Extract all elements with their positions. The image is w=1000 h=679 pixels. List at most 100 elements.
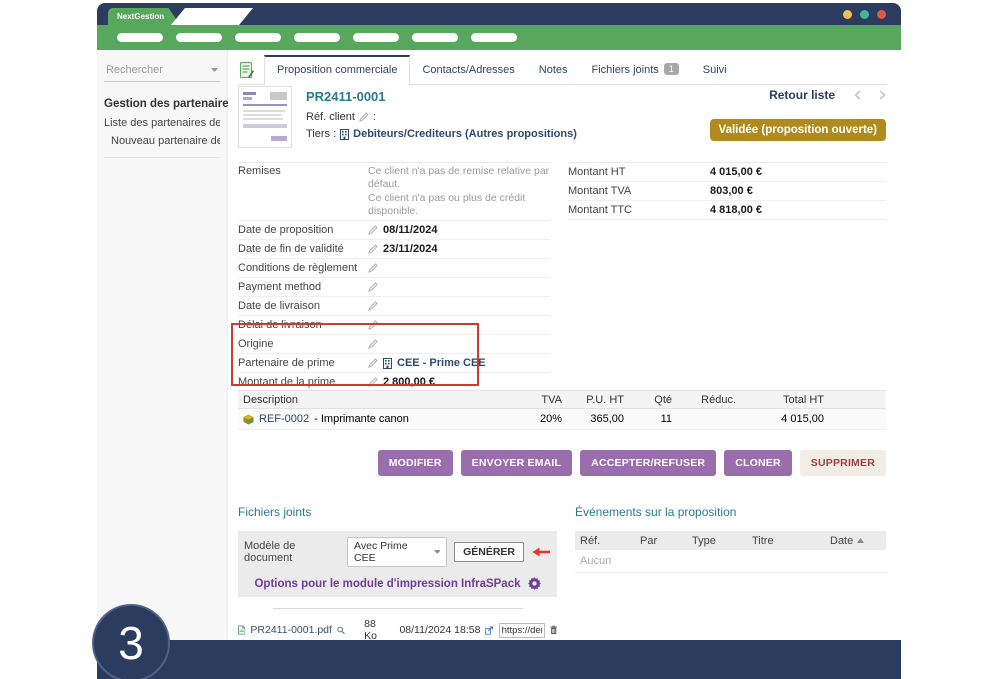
external-link-icon[interactable] xyxy=(485,625,493,636)
events-col-date-sort[interactable]: Date xyxy=(830,535,881,547)
field-row-date-livraison: Date de livraison xyxy=(238,297,550,316)
brand-logo: NextGestion xyxy=(108,8,180,25)
company-building-icon xyxy=(340,129,349,140)
tab-notes[interactable]: Notes xyxy=(527,57,580,84)
sidebar-item-liste-partenaires[interactable]: Liste des partenaires de ... xyxy=(104,117,220,129)
sidebar: Rechercher Gestion des partenaires Liste… xyxy=(97,50,228,640)
edit-pencil-icon[interactable] xyxy=(368,339,378,349)
clone-button[interactable]: CLONER xyxy=(724,450,792,476)
field-label: Partenaire de prime xyxy=(238,357,368,369)
col-reduc: Réduc. xyxy=(672,394,736,406)
amount-label: Montant TTC xyxy=(568,204,710,216)
document-model-select[interactable]: Avec Prime CEE xyxy=(347,537,447,567)
edit-pencil-icon[interactable] xyxy=(368,244,378,254)
menu-pill[interactable] xyxy=(412,33,458,42)
attachment-count-badge: 1 xyxy=(664,63,679,75)
menu-pill[interactable] xyxy=(471,33,517,42)
edit-pencil-icon[interactable] xyxy=(368,282,378,292)
menu-pill[interactable] xyxy=(235,33,281,42)
tiers-link[interactable]: Debiteurs/Crediteurs (Autres proposition… xyxy=(353,128,577,140)
pdf-file-icon xyxy=(238,624,245,636)
maximize-dot-icon[interactable] xyxy=(860,10,869,19)
line-qte: 11 xyxy=(624,413,672,425)
preview-magnifier-icon[interactable] xyxy=(337,625,345,636)
field-row-date-validite: Date de fin de validité 23/11/2024 xyxy=(238,240,550,259)
field-label: Montant de la prime xyxy=(238,376,368,388)
proposal-doc-icon xyxy=(240,62,254,78)
remise-note-2: Ce client n'a pas ou plus de crédit disp… xyxy=(368,192,550,218)
search-input[interactable]: Rechercher xyxy=(104,60,220,82)
modify-button[interactable]: MODIFIER xyxy=(378,450,453,476)
sort-ascending-icon xyxy=(857,538,864,543)
tiers-label: Tiers : xyxy=(306,128,336,140)
document-thumbnail[interactable] xyxy=(238,86,292,148)
lines-table-header: Description TVA P.U. HT Qté Réduc. Total… xyxy=(238,390,886,409)
tab-proposition-commerciale[interactable]: Proposition commerciale xyxy=(264,55,410,85)
field-row-delai-livraison: Délai de livraison xyxy=(238,316,550,335)
generate-button[interactable]: GÉNÉRER xyxy=(454,542,524,562)
ref-client-label: Réf. client xyxy=(306,111,355,123)
field-label: Date de livraison xyxy=(238,300,368,312)
field-row-remises: Remises Ce client n'a pas de remise rela… xyxy=(238,163,550,221)
window-footer-bar xyxy=(97,640,901,679)
menu-pill[interactable] xyxy=(176,33,222,42)
tab-suivi[interactable]: Suivi xyxy=(691,57,739,84)
events-title: Événements sur la proposition xyxy=(575,505,886,519)
edit-pencil-icon[interactable] xyxy=(368,301,378,311)
product-ref-link[interactable]: REF-0002 xyxy=(259,413,309,425)
amounts-table: Montant HT 4 015,00 € Montant TVA 803,00… xyxy=(568,162,886,220)
accept-refuse-button[interactable]: ACCEPTER/REFUSER xyxy=(580,450,716,476)
menu-pill[interactable] xyxy=(353,33,399,42)
edit-pencil-icon[interactable] xyxy=(368,320,378,330)
redacted-tab xyxy=(171,8,253,25)
field-label: Remises xyxy=(238,165,368,177)
search-placeholder: Rechercher xyxy=(106,64,163,76)
edit-pencil-icon[interactable] xyxy=(368,377,378,387)
events-col-type: Type xyxy=(692,535,752,547)
field-value: 08/11/2024 xyxy=(383,224,437,236)
field-row-partenaire-prime: Partenaire de prime CEE - Prime CEE xyxy=(238,354,550,373)
edit-pencil-icon[interactable] xyxy=(368,225,378,235)
field-value: 2 800,00 € xyxy=(383,376,435,388)
events-section: Événements sur la proposition Réf. Par T… xyxy=(575,505,886,642)
menu-pill[interactable] xyxy=(117,33,163,42)
amount-row-tva: Montant TVA 803,00 € xyxy=(568,182,886,201)
product-cube-icon xyxy=(243,414,254,425)
red-arrow-annotation-icon xyxy=(531,546,551,558)
amount-row-ht: Montant HT 4 015,00 € xyxy=(568,163,886,182)
app-window: NextGestion Rechercher Gestion des parte… xyxy=(97,3,901,679)
field-label: Délai de livraison xyxy=(238,319,368,331)
partner-prime-link[interactable]: CEE - Prime CEE xyxy=(397,357,486,369)
menu-pill[interactable] xyxy=(294,33,340,42)
trash-icon[interactable] xyxy=(550,624,557,636)
back-to-list-link[interactable]: Retour liste xyxy=(769,88,835,102)
col-tva: TVA xyxy=(510,394,562,406)
col-total-ht: Total HT xyxy=(736,394,824,406)
line-pu-ht: 365,00 xyxy=(562,413,624,425)
infraspack-options-label: Options pour le module d'impression Infr… xyxy=(254,578,520,590)
send-email-button[interactable]: ENVOYER EMAIL xyxy=(461,450,573,476)
share-url-input[interactable] xyxy=(499,623,545,638)
model-selected-value: Avec Prime CEE xyxy=(354,540,427,564)
chevron-right-icon[interactable] xyxy=(879,90,886,100)
minimize-dot-icon[interactable] xyxy=(843,10,852,19)
sidebar-item-nouveau-partenaire[interactable]: Nouveau partenaire de ... xyxy=(104,135,220,147)
field-label: Payment method xyxy=(238,281,368,293)
close-dot-icon[interactable] xyxy=(877,10,886,19)
delete-button[interactable]: SUPPRIMER xyxy=(800,450,886,476)
file-date: 08/11/2024 18:58 xyxy=(399,624,480,636)
tab-fichiers-joints[interactable]: Fichiers joints1 xyxy=(580,56,691,84)
chevron-left-icon[interactable] xyxy=(854,90,861,100)
file-name-link[interactable]: PR2411-0001.pdf xyxy=(250,624,332,636)
edit-pencil-icon[interactable] xyxy=(368,358,378,368)
gear-icon[interactable] xyxy=(528,577,541,590)
partner-building-icon xyxy=(383,358,392,369)
events-col-par: Par xyxy=(640,535,692,547)
amount-label: Montant HT xyxy=(568,166,710,178)
edit-pencil-icon[interactable] xyxy=(368,263,378,273)
attachments-title: Fichiers joints xyxy=(238,505,557,519)
edit-ref-client-pencil-icon[interactable] xyxy=(359,112,369,122)
tab-contacts-adresses[interactable]: Contacts/Adresses xyxy=(410,57,526,84)
proposal-fields-table: Remises Ce client n'a pas de remise rela… xyxy=(238,162,550,411)
caret-down-icon xyxy=(434,550,441,554)
